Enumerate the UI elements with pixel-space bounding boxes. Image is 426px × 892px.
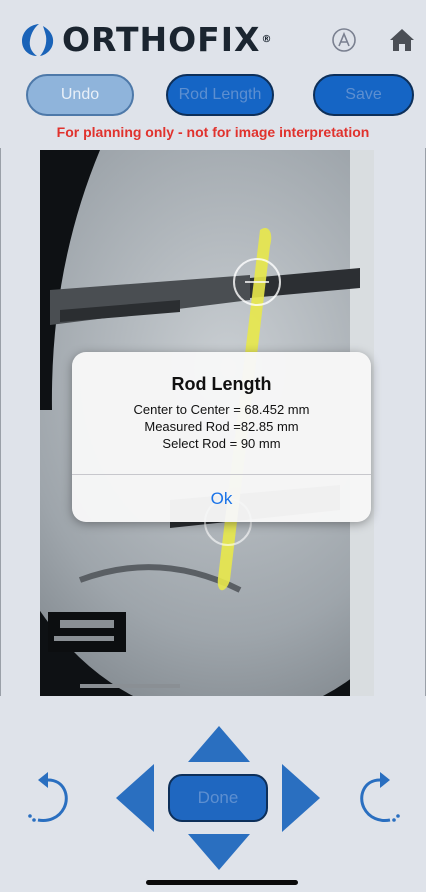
save-button[interactable]: Save	[313, 74, 414, 116]
rod-length-button[interactable]: Rod Length	[166, 74, 274, 116]
arrow-right-icon[interactable]	[280, 762, 322, 834]
home-icon[interactable]	[388, 26, 416, 54]
arrow-left-icon[interactable]	[114, 762, 156, 834]
orthofix-logo: ORTHOFIX®	[20, 22, 272, 58]
measured-rod-text: Measured Rod =82.85 mm	[144, 419, 299, 434]
dialog-title: Rod Length	[171, 374, 272, 394]
orthofix-logo-mark-icon	[22, 24, 54, 56]
arrow-down-icon[interactable]	[186, 832, 252, 872]
app-header: ORTHOFIX® Undo Rod Length Save For plann…	[0, 0, 426, 148]
done-button[interactable]: Done	[168, 774, 268, 822]
arrow-up-icon[interactable]	[186, 724, 252, 764]
undo-button[interactable]: Undo	[26, 74, 134, 116]
select-rod-text: Select Rod = 90 mm	[162, 436, 281, 451]
brand-name: ORTHOFIX®	[62, 20, 273, 59]
a-circle-icon[interactable]	[331, 27, 357, 53]
registered-mark: ®	[261, 34, 273, 45]
rotate-right-icon[interactable]	[352, 766, 402, 830]
ok-button[interactable]: Ok	[72, 475, 371, 522]
planning-disclaimer: For planning only - not for image interp…	[56, 124, 370, 140]
rod-length-dialog: Rod Length Center to Center = 68.452 mm …	[72, 352, 371, 522]
home-indicator[interactable]	[146, 880, 298, 885]
rotate-left-icon[interactable]	[26, 766, 76, 830]
center-to-center-text: Center to Center = 68.452 mm	[133, 402, 310, 417]
